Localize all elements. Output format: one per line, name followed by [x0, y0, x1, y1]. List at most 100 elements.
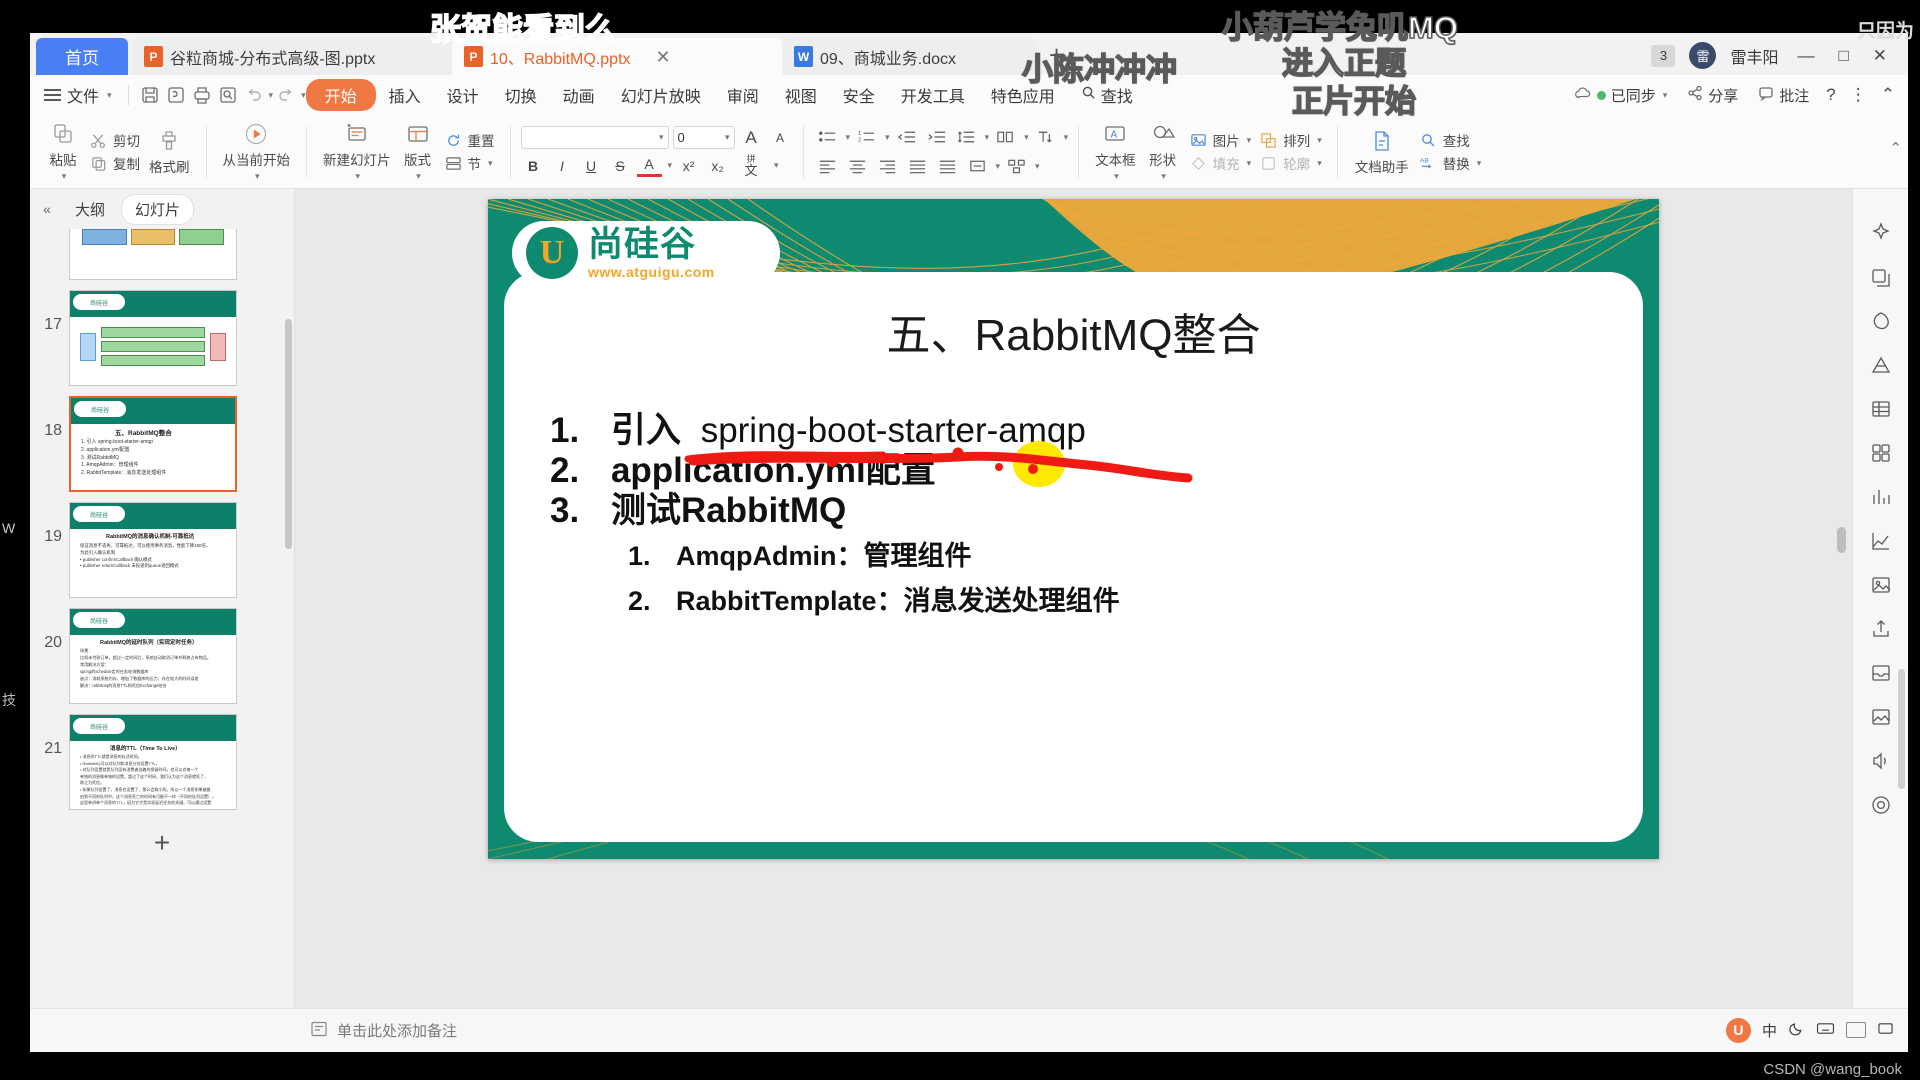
bullets-icon[interactable] — [814, 125, 841, 149]
align-justify-icon[interactable] — [904, 154, 931, 178]
align-left-icon[interactable] — [814, 154, 841, 178]
add-slide-button[interactable]: + — [30, 815, 294, 871]
phonetic-guide-button[interactable]: 拼 文 — [734, 154, 768, 177]
slide-thumbnail[interactable]: 尚硅谷 — [69, 290, 237, 386]
slide-thumbnail[interactable]: 尚硅谷 — [69, 229, 237, 280]
ai-assistant-icon[interactable] — [1861, 213, 1901, 253]
chevron-down-icon[interactable]: ▾ — [355, 171, 360, 182]
bold-button[interactable]: B — [521, 154, 546, 177]
list-item[interactable]: 21 尚硅谷 消息的TTL（Time To Live） • 消息的TTL就是消息… — [30, 709, 294, 815]
table-icon[interactable] — [1861, 389, 1901, 429]
chevron-down-icon[interactable]: ▾ — [1064, 132, 1069, 143]
align-right-icon[interactable] — [874, 154, 901, 178]
cut-button[interactable]: 剪切 — [89, 130, 140, 150]
close-tab-icon[interactable]: ✕ — [656, 48, 671, 66]
replace-button[interactable]: AB 替换 ▾ — [1419, 153, 1482, 173]
avatar[interactable]: 雷 — [1689, 42, 1717, 69]
scrollbar-thumb[interactable] — [1837, 527, 1846, 553]
layers-icon[interactable] — [1861, 257, 1901, 297]
chart-pyramid-icon[interactable] — [1861, 345, 1901, 385]
chevron-down-icon[interactable]: ▾ — [725, 132, 730, 143]
picture-button[interactable]: 图片 ▾ — [1189, 130, 1252, 150]
save-as-icon[interactable] — [163, 82, 189, 108]
line-spacing-icon[interactable] — [953, 125, 980, 149]
chevron-down-icon[interactable]: ▾ — [1035, 161, 1040, 172]
shape-button[interactable]: 形状 ▾ — [1141, 119, 1185, 184]
tab-start[interactable]: 开始 — [305, 79, 376, 111]
target-icon[interactable] — [1861, 785, 1901, 825]
text-direction-icon[interactable] — [1032, 125, 1059, 149]
format-painter-button[interactable]: 格式刷 — [144, 126, 195, 178]
chevron-down-icon[interactable]: ▾ — [1317, 135, 1322, 146]
chevron-down-icon[interactable]: ▾ — [1477, 158, 1482, 169]
slide-thumbnail[interactable]: 尚硅谷 消息的TTL（Time To Live） • 消息的TTL就是消息的存活… — [69, 714, 237, 810]
home-tab[interactable]: 首页 — [36, 38, 128, 75]
slide-title[interactable]: 五、RabbitMQ整合 — [488, 299, 1659, 363]
file-menu-button[interactable]: 文件 ▾ — [38, 79, 120, 111]
outline-tab[interactable]: 大纲 — [62, 195, 118, 224]
tab-design[interactable]: 设计 — [434, 79, 492, 111]
slide-body-text[interactable]: 1. 引入 spring-boot-starter-amqp 2. applic… — [550, 411, 1619, 619]
collapse-panel-icon[interactable]: « — [36, 198, 58, 220]
ime-logo-icon[interactable]: U — [1725, 1017, 1751, 1043]
ime-mode-label[interactable]: 中 — [1762, 1020, 1777, 1041]
print-preview-icon[interactable] — [215, 82, 241, 108]
chevron-down-icon[interactable]: ▾ — [996, 161, 1001, 172]
print-icon[interactable] — [189, 82, 215, 108]
comment-button[interactable]: 批注 — [1750, 82, 1817, 109]
chevron-down-icon[interactable]: ▾ — [1247, 135, 1252, 146]
document-tab-3[interactable]: W 09、商城业务.docx — [782, 38, 1037, 75]
section-button[interactable]: 节 ▾ — [444, 153, 495, 173]
image-frame-icon[interactable] — [1861, 565, 1901, 605]
share-export-icon[interactable] — [1861, 609, 1901, 649]
distribute-icon[interactable] — [934, 154, 961, 178]
columns-icon[interactable] — [992, 125, 1019, 149]
document-tab-1[interactable]: P 谷粒商城-分布式高级-图.pptx — [132, 38, 452, 75]
tab-count-badge[interactable]: 3 — [1651, 44, 1676, 67]
smartart-icon[interactable] — [1003, 154, 1030, 178]
minimize-button[interactable]: — — [1792, 46, 1819, 66]
chevron-down-icon[interactable]: ▾ — [659, 132, 664, 143]
audio-icon[interactable] — [1861, 741, 1901, 781]
canvas-vertical-scrollbar[interactable] — [1837, 197, 1846, 966]
strikethrough-button[interactable]: S — [608, 154, 633, 177]
chevron-down-icon[interactable]: ▾ — [255, 171, 260, 182]
tab-insert[interactable]: 插入 — [376, 79, 434, 111]
ribbon-expand-icon[interactable]: ⌃ — [1889, 139, 1902, 157]
undo-icon[interactable] — [241, 82, 267, 108]
doc-assistant-button[interactable]: 文档助手 — [1349, 126, 1415, 178]
customize-toolbar-icon[interactable]: ▾ — [301, 90, 306, 101]
font-size-input[interactable]: 0 ▾ — [672, 126, 735, 149]
inbox-icon[interactable] — [1861, 653, 1901, 693]
tab-view[interactable]: 视图 — [772, 79, 830, 111]
tab-review[interactable]: 审阅 — [714, 79, 772, 111]
textbox-button[interactable]: A 文本框 ▾ — [1090, 119, 1141, 184]
collapse-ribbon-button[interactable]: ⌃ — [1876, 85, 1900, 105]
slide-thumbnail-list[interactable]: 尚硅谷 17 尚硅谷 — [30, 229, 294, 1008]
subscript-button[interactable]: x₂ — [705, 154, 730, 177]
chevron-down-icon[interactable]: ▾ — [846, 132, 851, 143]
sidebar-scrollbar[interactable] — [285, 319, 292, 549]
list-item[interactable]: 18 尚硅谷 五、RabbitMQ整合 1. 引入 spring-boot-st… — [30, 391, 294, 497]
grid-icon[interactable] — [1861, 433, 1901, 473]
help-button[interactable]: ? — [1821, 85, 1840, 105]
font-color-button[interactable]: A — [636, 154, 662, 177]
rail-scrollbar[interactable] — [1898, 669, 1905, 789]
align-center-icon[interactable] — [844, 154, 871, 178]
superscript-button[interactable]: x² — [676, 154, 701, 177]
share-button[interactable]: 分享 — [1679, 82, 1746, 109]
cloud-sync-button[interactable]: 已同步 ▾ — [1566, 82, 1676, 109]
tab-animations[interactable]: 动画 — [550, 79, 608, 111]
chevron-down-icon[interactable]: ▾ — [1161, 171, 1166, 182]
tray-icon[interactable] — [1877, 1021, 1894, 1040]
arrange-button[interactable]: 排列 ▾ — [1259, 130, 1322, 150]
slide-canvas-area[interactable]: U 尚硅谷 www.atguigu.com 五、RabbitMQ整合 1. 引入 — [295, 189, 1852, 1008]
close-window-button[interactable]: ✕ — [1868, 46, 1892, 66]
save-icon[interactable] — [137, 82, 163, 108]
underline-button[interactable]: U — [579, 154, 604, 177]
increase-indent-icon[interactable] — [923, 125, 950, 149]
chevron-down-icon[interactable]: ▾ — [488, 158, 493, 169]
italic-button[interactable]: I — [550, 154, 575, 177]
reset-button[interactable]: 重置 — [444, 130, 495, 150]
chevron-down-icon[interactable]: ▾ — [62, 171, 67, 182]
